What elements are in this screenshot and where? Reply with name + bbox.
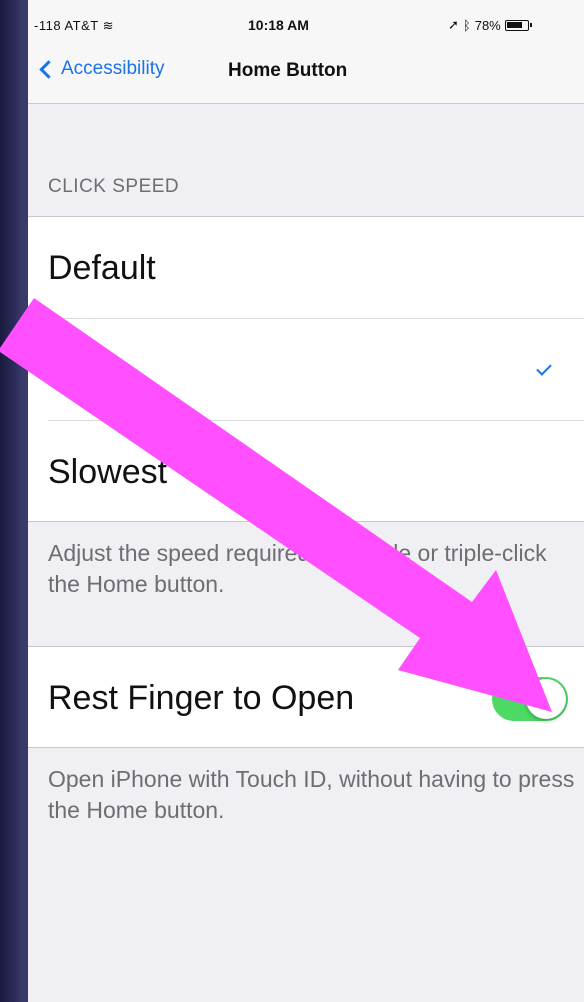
carrier-signal: -118 AT&T ≋ [34, 18, 114, 34]
option-label: Default [48, 248, 156, 287]
rest-finger-row: Rest Finger to Open [28, 647, 584, 749]
chevron-left-icon [39, 59, 58, 79]
click-speed-footer: Adjust the speed required to double or t… [48, 540, 547, 597]
click-speed-group: Default Slow Slowest [28, 216, 584, 522]
carrier-label: -118 AT&T [34, 18, 99, 33]
back-button[interactable]: Accessibility [36, 58, 164, 80]
option-label: Slowest [48, 452, 168, 491]
rest-finger-toggle[interactable] [492, 677, 568, 721]
settings-screen: -118 AT&T ≋ 10:18 AM ➚ ᛒ 78% Accessibili… [28, 0, 584, 1002]
click-speed-option-default[interactable]: Default [28, 217, 584, 319]
click-speed-header: CLICK SPEED [48, 176, 180, 197]
rest-finger-label: Rest Finger to Open [48, 678, 355, 717]
click-speed-option-slow[interactable]: Slow [28, 319, 584, 421]
navigation-bar: Accessibility Home Button [28, 40, 584, 104]
clock: 10:18 AM [248, 17, 309, 33]
bluetooth-icon: ᛒ [462, 17, 471, 33]
status-right: ➚ ᛒ 78% [448, 17, 532, 33]
back-button-label: Accessibility [61, 58, 165, 79]
option-label: Slow [48, 350, 122, 389]
location-icon: ➚ [448, 17, 459, 32]
status-bar: -118 AT&T ≋ 10:18 AM ➚ ᛒ 78% [28, 0, 584, 40]
rest-finger-group: Rest Finger to Open [28, 646, 584, 748]
page-title: Home Button [228, 60, 348, 81]
wifi-icon: ≋ [102, 18, 115, 33]
toggle-knob [526, 679, 566, 719]
checkmark-icon [536, 360, 552, 376]
battery-icon [504, 19, 532, 31]
battery-percent: 78% [474, 17, 501, 33]
click-speed-option-slowest[interactable]: Slowest [28, 421, 584, 523]
rest-finger-footer: Open iPhone with Touch ID, without havin… [48, 766, 575, 823]
